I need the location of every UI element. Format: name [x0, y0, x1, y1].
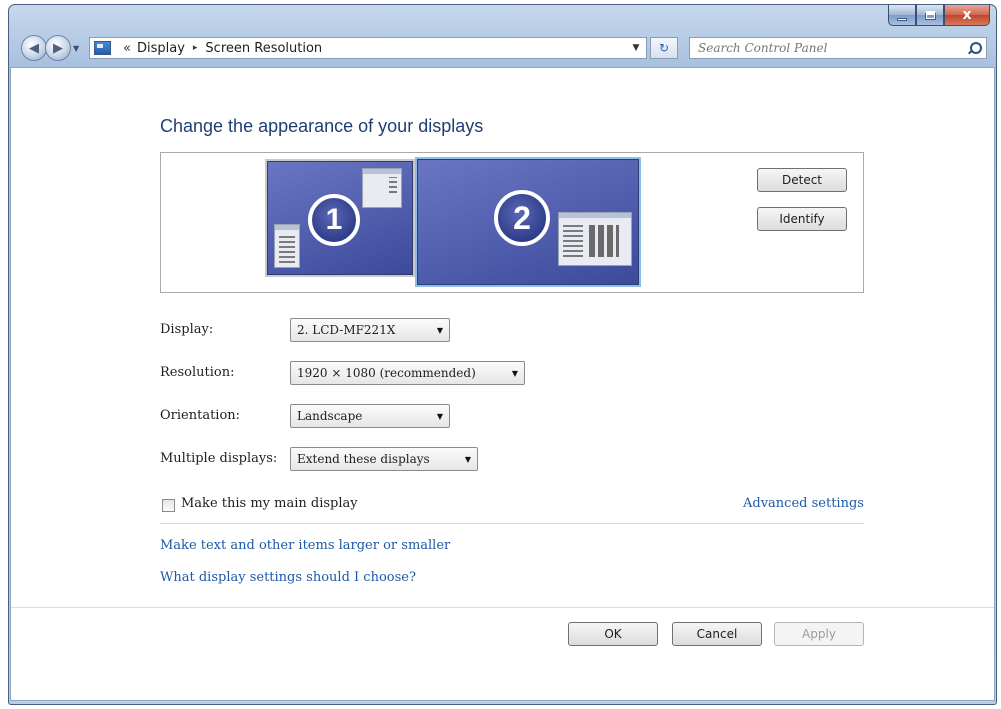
window-thumbnail	[274, 224, 300, 268]
multiple-displays-dropdown[interactable]: Extend these displays ▼	[290, 447, 478, 471]
cancel-button[interactable]: Cancel	[672, 622, 762, 646]
breadcrumb-arrow-icon[interactable]: ▸	[193, 43, 198, 53]
close-icon: x	[962, 7, 972, 23]
window-thumbnail	[362, 168, 402, 208]
resolution-label: Resolution:	[160, 365, 235, 380]
content-area: Change the appearance of your displays 1…	[10, 67, 995, 701]
close-button[interactable]: x	[944, 5, 990, 26]
apply-button[interactable]: Apply	[774, 622, 864, 646]
ok-button[interactable]: OK	[568, 622, 658, 646]
main-display-label[interactable]: Make this my main display	[181, 496, 358, 511]
breadcrumb-overflow[interactable]: «	[123, 41, 131, 56]
refresh-icon: ↻	[658, 41, 670, 55]
address-bar[interactable]: « Display ▸ Screen Resolution ▼	[89, 37, 647, 59]
back-arrow-icon: ◀	[29, 40, 39, 56]
screen-resolution-window: x ◀ ▶ ▼ « Display ▸ Screen Resolution ▼ …	[8, 4, 997, 705]
orientation-label: Orientation:	[160, 408, 241, 423]
text-size-link[interactable]: Make text and other items larger or smal…	[160, 538, 450, 553]
detect-button[interactable]: Detect	[757, 168, 847, 192]
window-thumbnail	[558, 212, 632, 266]
main-display-checkbox[interactable]	[162, 499, 175, 512]
monitor-1-preview[interactable]: 1	[267, 161, 413, 275]
chevron-down-icon: ▼	[436, 326, 443, 335]
display-label: Display:	[160, 322, 214, 337]
back-button[interactable]: ◀	[21, 35, 47, 61]
monitor-number-1: 1	[308, 194, 360, 246]
resolution-dropdown[interactable]: 1920 × 1080 (recommended) ▼	[290, 361, 525, 385]
minimize-button[interactable]	[888, 5, 916, 26]
maximize-icon	[924, 10, 936, 20]
search-input[interactable]	[698, 41, 948, 55]
caption-buttons: x	[888, 5, 990, 27]
minimize-icon	[897, 17, 907, 21]
display-preview: 1 2 Detect Identify	[160, 152, 864, 293]
search-icon[interactable]	[967, 41, 982, 55]
orientation-dropdown[interactable]: Landscape ▼	[290, 404, 450, 428]
control-panel-icon	[94, 41, 111, 55]
identify-button[interactable]: Identify	[757, 207, 847, 231]
maximize-button[interactable]	[916, 5, 944, 26]
resolution-value: 1920 × 1080 (recommended)	[297, 366, 476, 380]
advanced-settings-link[interactable]: Advanced settings	[743, 496, 864, 511]
page-title: Change the appearance of your displays	[160, 116, 484, 136]
multiple-displays-label: Multiple displays:	[160, 451, 278, 466]
display-value: 2. LCD-MF221X	[297, 323, 396, 337]
divider	[160, 523, 864, 524]
display-help-link[interactable]: What display settings should I choose?	[160, 570, 416, 585]
forward-arrow-icon: ▶	[53, 40, 63, 56]
monitor-number-2: 2	[494, 190, 550, 246]
display-dropdown[interactable]: 2. LCD-MF221X ▼	[290, 318, 450, 342]
recent-pages-icon[interactable]: ▼	[73, 44, 79, 53]
chevron-down-icon: ▼	[464, 455, 471, 464]
footer-divider	[11, 607, 994, 608]
chevron-down-icon: ▼	[511, 369, 518, 378]
forward-button[interactable]: ▶	[45, 35, 71, 61]
breadcrumb-display[interactable]: Display	[137, 41, 185, 56]
monitor-2-preview[interactable]: 2	[417, 159, 639, 285]
search-box[interactable]	[689, 37, 987, 59]
refresh-button[interactable]: ↻	[650, 37, 678, 59]
orientation-value: Landscape	[297, 409, 363, 423]
navigation-bar: ◀ ▶ ▼ « Display ▸ Screen Resolution ▼ ↻	[9, 31, 996, 65]
chevron-down-icon: ▼	[436, 412, 443, 421]
breadcrumb-screen-resolution[interactable]: Screen Resolution	[205, 41, 322, 56]
address-dropdown-icon[interactable]: ▼	[626, 38, 646, 58]
multiple-displays-value: Extend these displays	[297, 452, 430, 466]
